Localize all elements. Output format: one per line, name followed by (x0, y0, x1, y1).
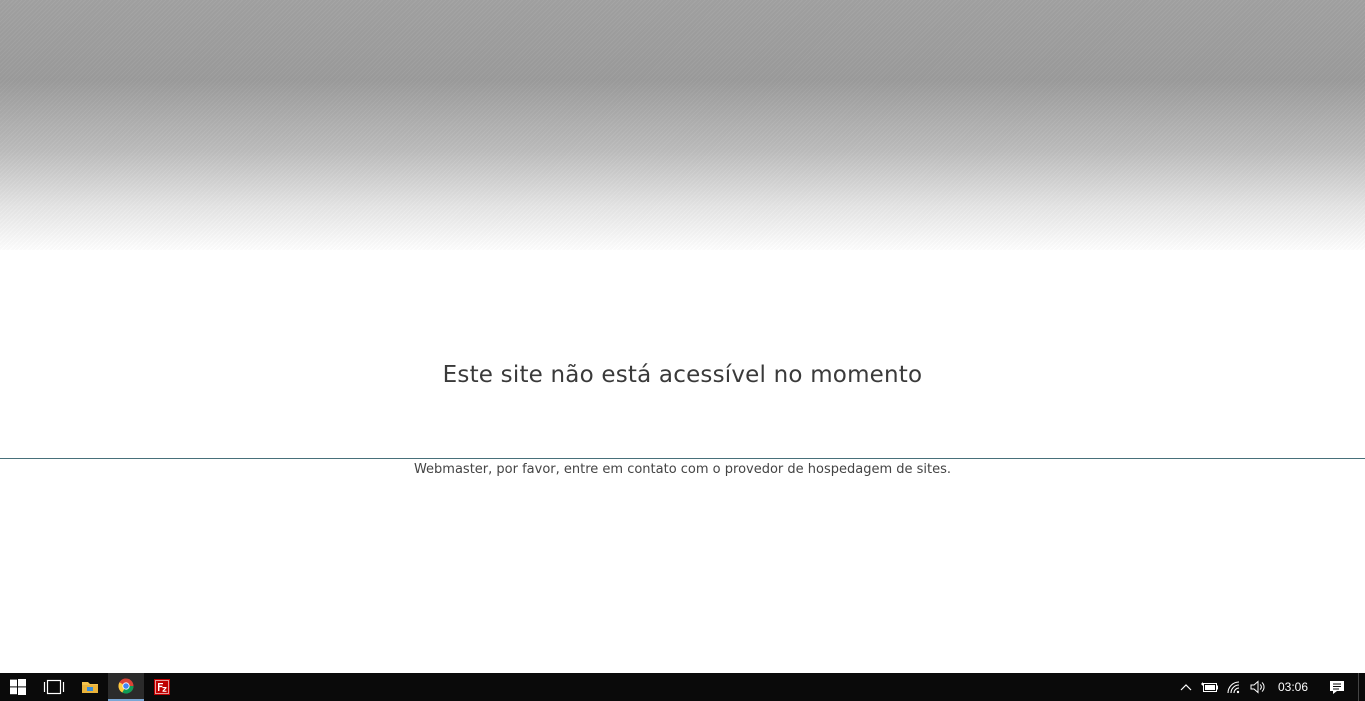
chrome-button[interactable] (108, 673, 144, 701)
start-button[interactable] (0, 673, 36, 701)
taskbar: 03:06 (0, 673, 1365, 701)
divider-line (0, 458, 1365, 459)
battery-button[interactable] (1198, 673, 1222, 701)
volume-icon (1250, 680, 1265, 694)
network-button[interactable] (1222, 673, 1246, 701)
chevron-up-icon (1180, 684, 1192, 691)
clock[interactable]: 03:06 (1270, 680, 1322, 694)
volume-button[interactable] (1246, 673, 1270, 701)
system-tray: 03:06 (1174, 673, 1365, 701)
task-view-icon (43, 679, 65, 695)
battery-icon (1200, 682, 1218, 692)
filezilla-icon (154, 679, 170, 695)
header-gradient-band (0, 0, 1365, 250)
page-headline: Este site não está acessível no momento (442, 362, 923, 388)
chrome-icon (118, 678, 134, 694)
page-subtext: Webmaster, por favor, entre em contato c… (413, 462, 952, 477)
filezilla-button[interactable] (144, 673, 180, 701)
windows-logo-icon (10, 679, 26, 695)
action-center-button[interactable] (1322, 673, 1352, 701)
task-view-button[interactable] (36, 673, 72, 701)
show-desktop-button[interactable] (1358, 673, 1365, 701)
file-explorer-button[interactable] (72, 673, 108, 701)
show-hidden-icons-button[interactable] (1174, 673, 1198, 701)
folder-icon (82, 682, 98, 693)
browser-viewport: Este site não está acessível no momento … (0, 0, 1365, 673)
action-center-icon (1330, 680, 1344, 694)
wifi-icon (1227, 681, 1240, 694)
